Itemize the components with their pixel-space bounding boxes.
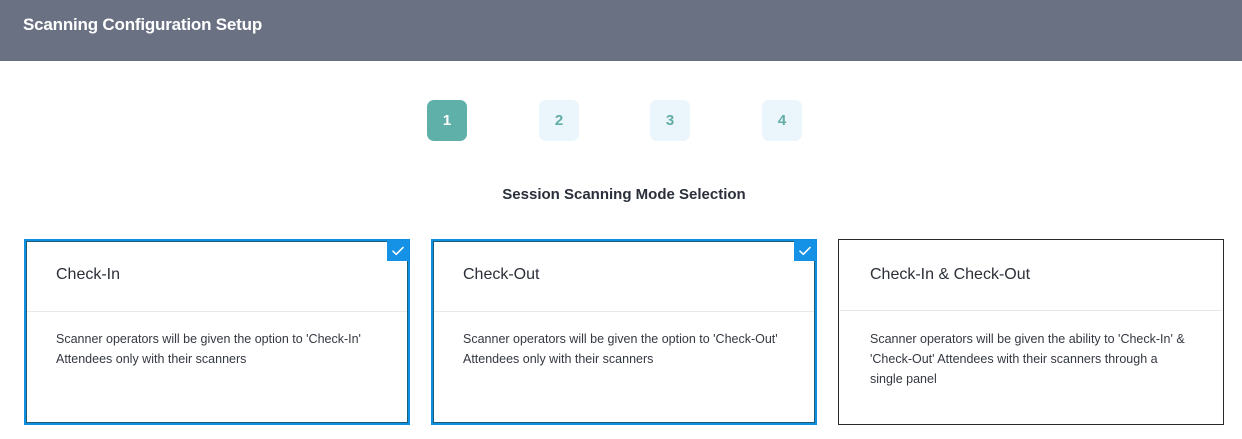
- checkmark-icon: [799, 246, 811, 255]
- card-description: Scanner operators will be given the abil…: [870, 332, 1185, 386]
- mode-card-check-in[interactable]: Check-In Scanner operators will be given…: [24, 239, 410, 425]
- step-2-button[interactable]: 2: [539, 100, 579, 141]
- page-header: Scanning Configuration Setup: [0, 0, 1242, 61]
- page-title: Scanning Configuration Setup: [23, 15, 262, 34]
- card-divider: [27, 311, 407, 312]
- selected-check-badge: [794, 240, 816, 261]
- card-description: Scanner operators will be given the opti…: [56, 332, 361, 366]
- step-indicator: 1 2 3 4: [0, 100, 1242, 141]
- step-1-button[interactable]: 1: [427, 100, 467, 141]
- section-title: Session Scanning Mode Selection: [502, 186, 746, 203]
- card-title: Check-In: [56, 266, 121, 283]
- card-divider: [840, 310, 1222, 311]
- card-divider: [434, 311, 814, 312]
- card-title: Check-Out: [463, 266, 540, 283]
- checkmark-icon: [392, 246, 404, 255]
- step-4-button[interactable]: 4: [762, 100, 802, 141]
- card-title: Check-In & Check-Out: [870, 266, 1031, 283]
- mode-card-check-out[interactable]: Check-Out Scanner operators will be give…: [431, 239, 817, 425]
- step-3-button[interactable]: 3: [650, 100, 690, 141]
- card-description: Scanner operators will be given the opti…: [463, 332, 778, 366]
- selected-check-badge: [387, 240, 409, 261]
- mode-card-check-in-and-out[interactable]: Check-In & Check-Out Scanner operators w…: [838, 239, 1224, 425]
